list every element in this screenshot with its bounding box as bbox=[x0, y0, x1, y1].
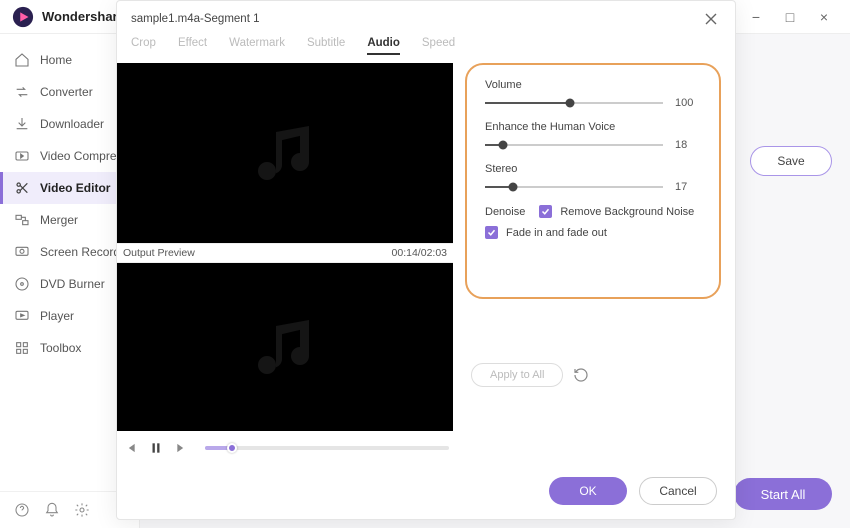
close-window-icon[interactable]: × bbox=[810, 3, 838, 31]
app-logo-icon bbox=[12, 6, 34, 28]
music-note-icon bbox=[249, 311, 321, 383]
tab-crop[interactable]: Crop bbox=[131, 37, 156, 55]
maximize-icon[interactable]: □ bbox=[776, 3, 804, 31]
pause-icon[interactable] bbox=[147, 439, 165, 457]
preview-time: 00:14/02:03 bbox=[392, 247, 447, 259]
fade-label: Fade in and fade out bbox=[506, 227, 607, 239]
enhance-slider[interactable] bbox=[485, 144, 663, 146]
tab-watermark[interactable]: Watermark bbox=[229, 37, 285, 55]
ok-button[interactable]: OK bbox=[549, 477, 627, 505]
stereo-label: Stereo bbox=[485, 163, 701, 175]
music-note-icon bbox=[249, 117, 321, 189]
dvd-icon bbox=[14, 276, 30, 292]
sidebar-item-label: Toolbox bbox=[40, 341, 81, 355]
converter-icon bbox=[14, 84, 30, 100]
fade-checkbox[interactable] bbox=[485, 226, 498, 239]
editor-modal: sample1.m4a-Segment 1 Crop Effect Waterm… bbox=[116, 0, 736, 520]
fade-row: Fade in and fade out bbox=[485, 226, 701, 239]
settings-icon[interactable] bbox=[74, 502, 90, 518]
sidebar-item-label: Video Editor bbox=[40, 181, 110, 195]
source-preview bbox=[117, 63, 453, 243]
next-frame-icon[interactable] bbox=[173, 439, 191, 457]
reset-icon[interactable] bbox=[573, 367, 589, 383]
preview-column: Output Preview 00:14/02:03 bbox=[117, 63, 453, 461]
toolbox-icon bbox=[14, 340, 30, 356]
denoise-row: Denoise Remove Background Noise bbox=[485, 205, 701, 218]
minimize-icon[interactable]: − bbox=[742, 3, 770, 31]
output-preview-label: Output Preview bbox=[123, 247, 195, 259]
notification-icon[interactable] bbox=[44, 502, 60, 518]
volume-slider[interactable] bbox=[485, 102, 663, 104]
start-all-button[interactable]: Start All bbox=[734, 478, 832, 510]
apply-to-all-button[interactable]: Apply to All bbox=[471, 363, 563, 387]
downloader-icon bbox=[14, 116, 30, 132]
player-icon bbox=[14, 308, 30, 324]
enhance-value: 18 bbox=[675, 139, 701, 151]
help-icon[interactable] bbox=[14, 502, 30, 518]
compressor-icon bbox=[14, 148, 30, 164]
sidebar-item-label: Home bbox=[40, 53, 72, 67]
sidebar-item-label: Converter bbox=[40, 85, 93, 99]
home-icon bbox=[14, 52, 30, 68]
sidebar-item-label: DVD Burner bbox=[40, 277, 105, 291]
audio-highlight-box: Volume 100 Enhance the Human Voice bbox=[465, 63, 721, 299]
save-button[interactable]: Save bbox=[750, 146, 832, 176]
recorder-icon bbox=[14, 244, 30, 260]
tabs: Crop Effect Watermark Subtitle Audio Spe… bbox=[117, 33, 735, 63]
output-preview bbox=[117, 263, 453, 431]
enhance-label: Enhance the Human Voice bbox=[485, 121, 701, 133]
denoise-label: Denoise bbox=[485, 206, 525, 218]
volume-value: 100 bbox=[675, 97, 701, 109]
stereo-slider[interactable] bbox=[485, 186, 663, 188]
denoise-checkbox[interactable] bbox=[539, 205, 552, 218]
playback-timeline[interactable] bbox=[205, 446, 449, 450]
editor-icon bbox=[14, 180, 30, 196]
tab-effect[interactable]: Effect bbox=[178, 37, 207, 55]
playback-controls bbox=[117, 431, 453, 461]
denoise-checkbox-label: Remove Background Noise bbox=[560, 206, 694, 218]
sidebar-item-label: Downloader bbox=[40, 117, 104, 131]
tab-speed[interactable]: Speed bbox=[422, 37, 455, 55]
close-icon[interactable] bbox=[699, 7, 723, 31]
prev-frame-icon[interactable] bbox=[121, 439, 139, 457]
modal-title: sample1.m4a-Segment 1 bbox=[131, 13, 699, 25]
tab-subtitle[interactable]: Subtitle bbox=[307, 37, 345, 55]
audio-settings: Volume 100 Enhance the Human Voice bbox=[465, 63, 721, 461]
tab-audio[interactable]: Audio bbox=[367, 37, 400, 55]
stereo-value: 17 bbox=[675, 181, 701, 193]
sidebar-item-label: Merger bbox=[40, 213, 78, 227]
merger-icon bbox=[14, 212, 30, 228]
timeline-thumb[interactable] bbox=[227, 443, 237, 453]
sidebar-item-label: Player bbox=[40, 309, 74, 323]
volume-label: Volume bbox=[485, 79, 701, 91]
cancel-button[interactable]: Cancel bbox=[639, 477, 717, 505]
